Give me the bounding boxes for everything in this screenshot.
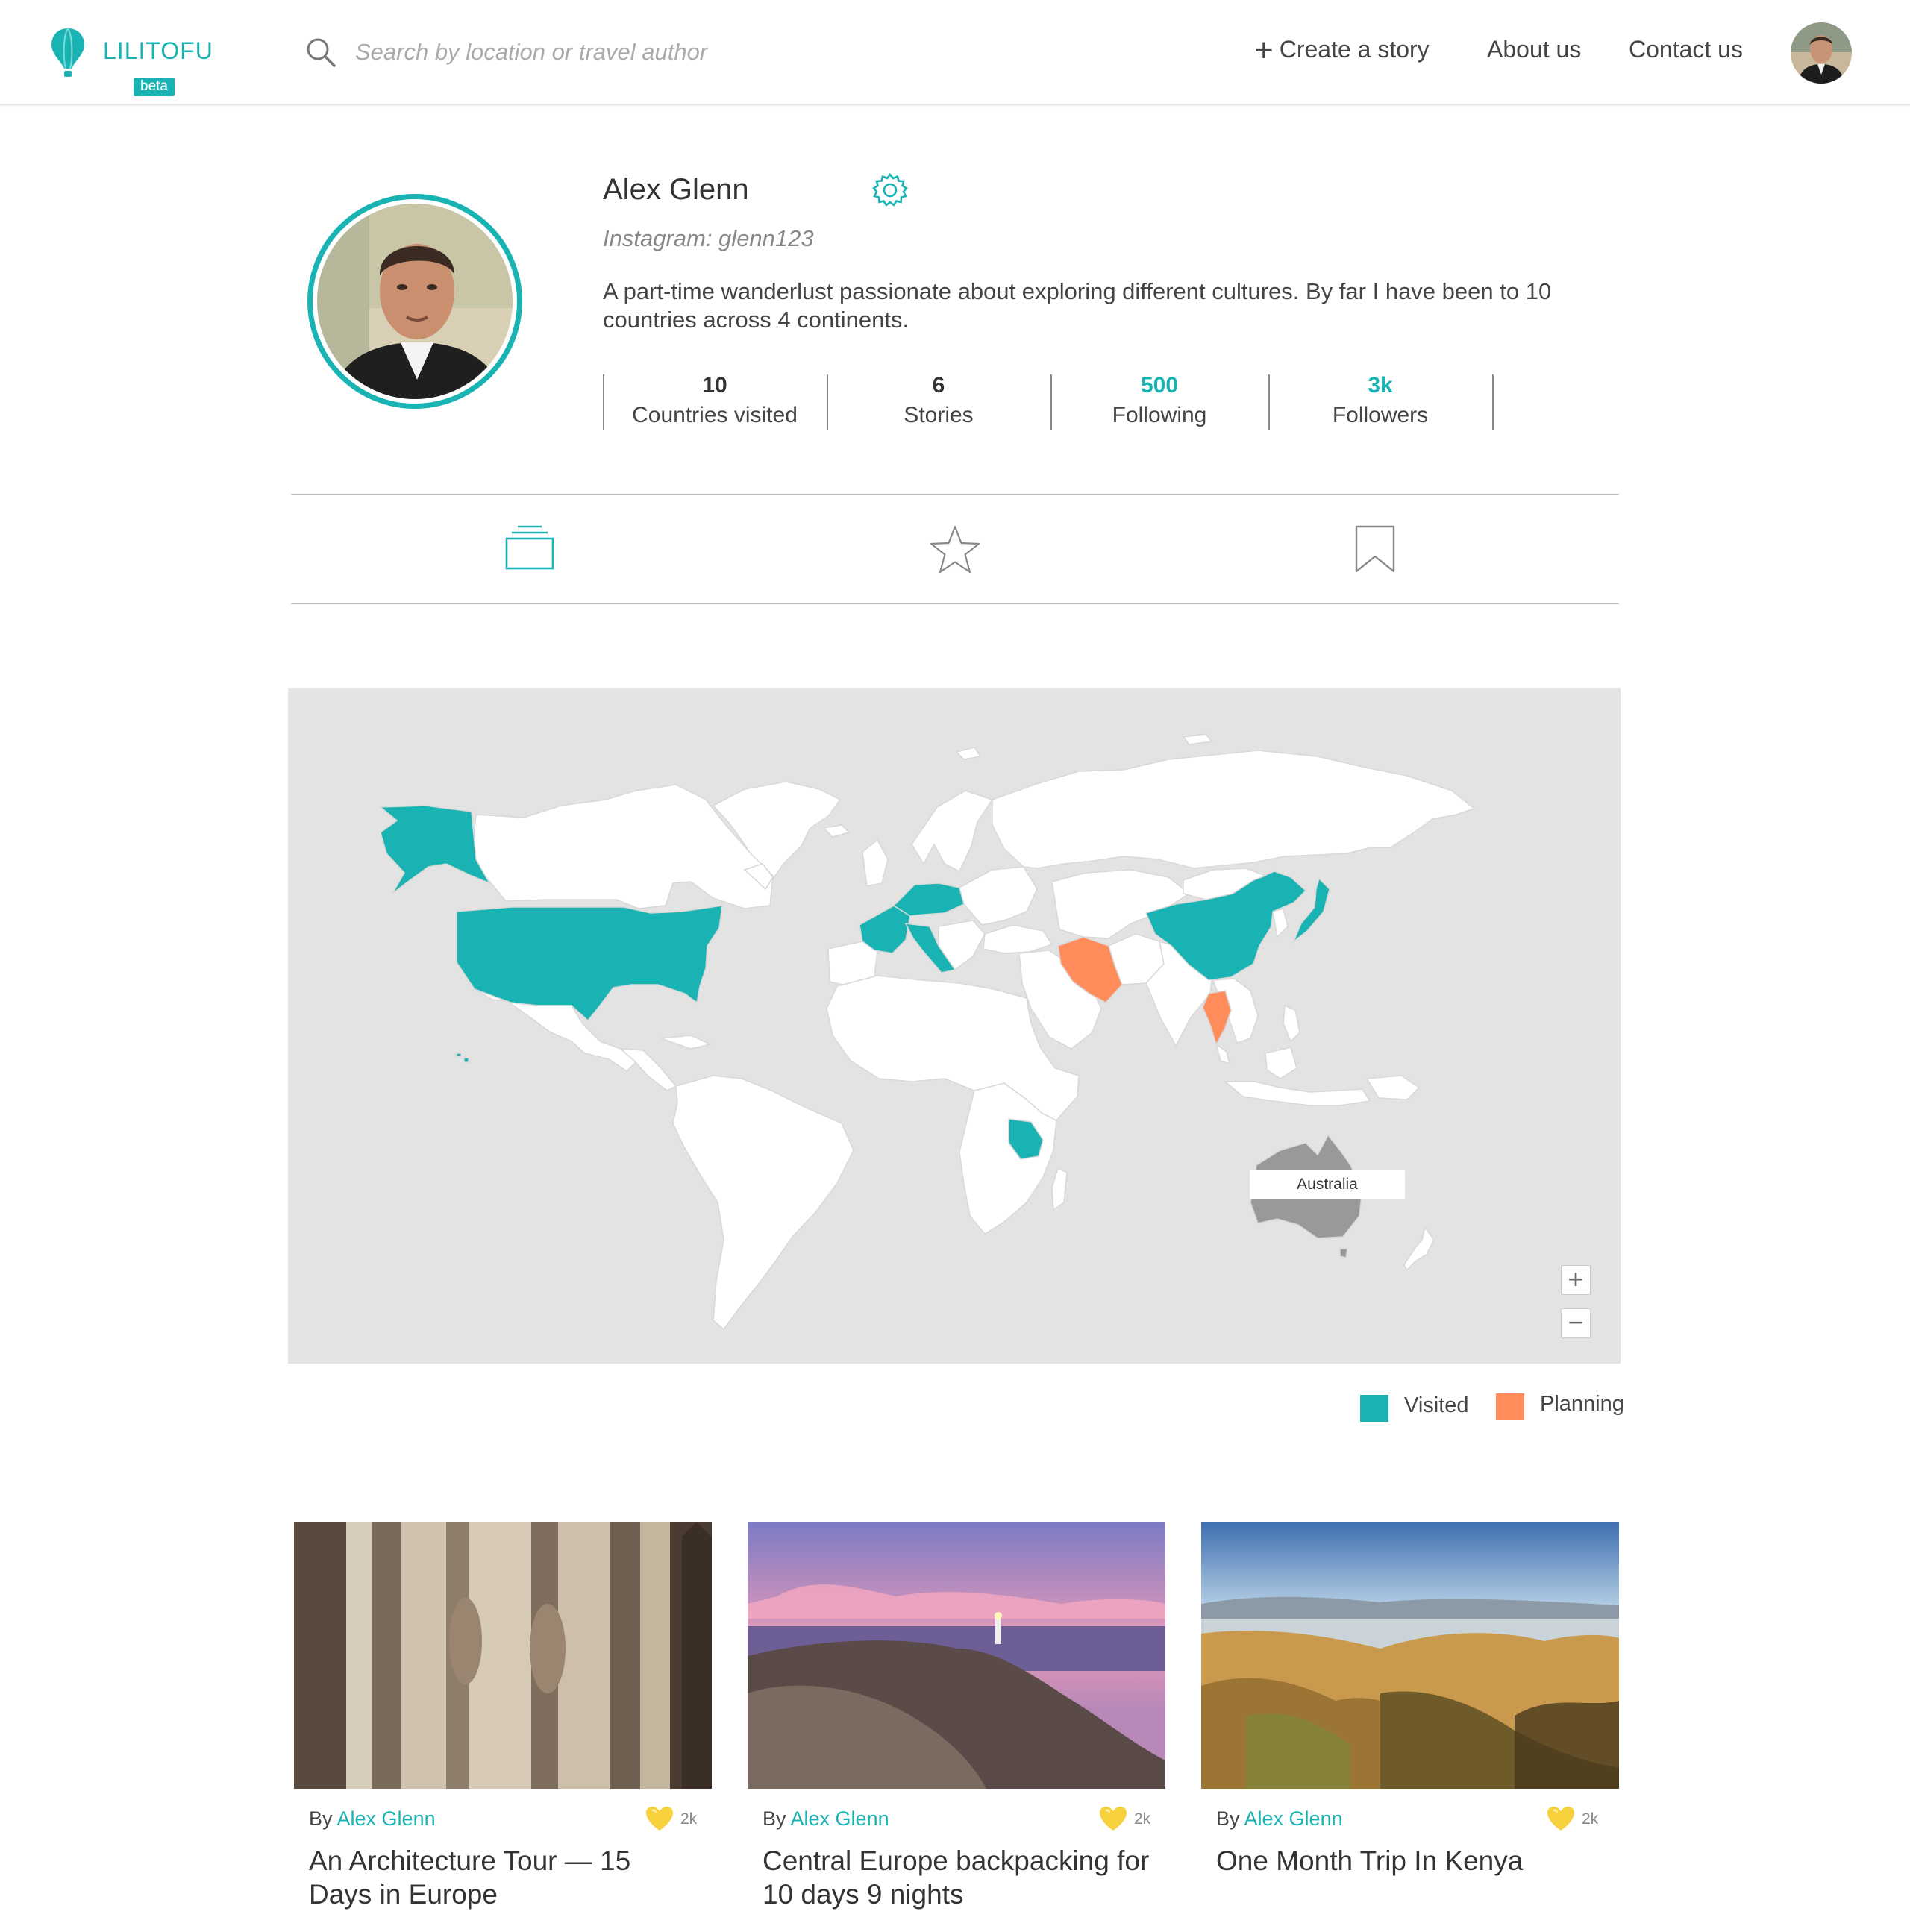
heart-like-icon[interactable] <box>645 1805 674 1832</box>
profile-name: Alex Glenn <box>603 173 749 206</box>
region-uk <box>862 838 889 887</box>
saved-tab-bookmark-icon[interactable] <box>1345 522 1405 582</box>
like-count: 2k <box>1134 1810 1151 1828</box>
stat-label: Countries visited <box>632 403 798 427</box>
byline-prefix: By <box>309 1807 333 1830</box>
story-cover-image[interactable] <box>748 1522 1165 1789</box>
region-usa <box>456 905 723 1022</box>
region-central-europe <box>892 882 965 917</box>
legend-visited-swatch <box>1360 1395 1388 1422</box>
story-title[interactable]: One Month Trip In Kenya <box>1216 1844 1604 1878</box>
world-map[interactable]: Australia + − <box>288 688 1621 1364</box>
search-icon[interactable] <box>304 36 337 69</box>
region-turkey <box>983 924 1053 954</box>
story-cover-image[interactable] <box>1201 1522 1619 1789</box>
avatar-photo <box>1791 22 1852 84</box>
region-borneo <box>1265 1047 1297 1079</box>
region-scandinavia <box>911 790 994 873</box>
contact-us-link[interactable]: Contact us <box>1629 36 1743 63</box>
top-navigation-bar: LILITOFU beta +Create a story About us C… <box>0 0 1910 105</box>
stat-divider <box>1492 374 1494 430</box>
map-zoom-out-button[interactable]: − <box>1561 1308 1591 1338</box>
author-link[interactable]: Alex Glenn <box>791 1807 889 1830</box>
heart-like-icon[interactable] <box>1546 1805 1576 1832</box>
map-zoom-in-button[interactable]: + <box>1561 1265 1591 1295</box>
author-link[interactable]: Alex Glenn <box>337 1807 436 1830</box>
region-indonesia <box>1223 1081 1371 1106</box>
instagram-handle: Instagram: glenn123 <box>603 225 814 251</box>
stat-stories[interactable]: 6 Stories <box>827 373 1050 430</box>
logo[interactable]: LILITOFU beta <box>49 27 213 101</box>
legend-visited-label: Visited <box>1404 1393 1469 1417</box>
region-eastern-europe <box>959 866 1038 926</box>
stat-label: Stories <box>904 403 974 427</box>
author-link[interactable]: Alex Glenn <box>1244 1807 1343 1830</box>
stories-tab-stack-icon[interactable] <box>500 522 560 582</box>
cathedral-photo <box>294 1522 712 1789</box>
stat-followers[interactable]: 3k Followers <box>1268 373 1492 430</box>
like-count: 2k <box>680 1810 698 1828</box>
create-story-link[interactable]: + Create a story <box>1254 32 1430 69</box>
logo-text: LILITOFU <box>103 37 213 64</box>
stat-value: 6 <box>932 373 945 398</box>
map-hover-tooltip: Australia <box>1250 1170 1405 1199</box>
plus-icon: + <box>1254 32 1274 69</box>
stat-label: Following <box>1112 403 1207 427</box>
favorites-tab-star-icon[interactable] <box>925 522 985 582</box>
region-iceland <box>822 824 851 838</box>
stat-value: 3k <box>1368 373 1393 398</box>
byline-prefix: By <box>1216 1807 1240 1830</box>
story-title[interactable]: An Architecture Tour — 15 Days in Europe <box>309 1844 697 1911</box>
user-avatar[interactable] <box>1791 22 1852 84</box>
story-cover-image[interactable] <box>294 1522 712 1789</box>
hills-landscape-photo <box>1201 1522 1619 1789</box>
stat-label: Followers <box>1332 403 1429 427</box>
region-caribbean <box>660 1035 713 1050</box>
about-us-link[interactable]: About us <box>1487 36 1581 63</box>
profile-bio: A part-time wanderlust passionate about … <box>603 278 1552 333</box>
region-korea <box>1272 908 1289 938</box>
region-hawaii <box>456 1053 469 1063</box>
story-title[interactable]: Central Europe backpacking for 10 days 9… <box>763 1844 1150 1911</box>
region-russia <box>992 750 1476 869</box>
legend-planning-swatch <box>1496 1393 1524 1420</box>
world-map-canvas[interactable] <box>288 688 1621 1364</box>
region-malaysia <box>1215 1043 1231 1065</box>
region-new-zealand <box>1403 1226 1435 1271</box>
region-madagascar <box>1051 1167 1068 1211</box>
region-thailand <box>1202 990 1232 1046</box>
create-story-label: Create a story <box>1279 36 1430 63</box>
search-input[interactable] <box>355 36 803 69</box>
stat-countries-visited: 10 Countries visited <box>603 373 827 430</box>
region-papua <box>1365 1075 1421 1100</box>
map-land <box>378 733 1476 1331</box>
region-svalbard <box>955 733 1213 760</box>
region-alaska <box>378 805 491 894</box>
heart-like-icon[interactable] <box>1098 1805 1128 1832</box>
search-bar[interactable] <box>304 33 827 73</box>
balloon-logo-icon <box>51 28 84 77</box>
story-byline: By Alex Glenn <box>309 1807 436 1831</box>
region-south-america <box>672 1075 854 1331</box>
story-byline: By Alex Glenn <box>763 1807 889 1831</box>
byline-prefix: By <box>763 1807 786 1830</box>
stat-value: 500 <box>1140 373 1179 398</box>
legend-planning-label: Planning <box>1540 1392 1624 1416</box>
story-byline: By Alex Glenn <box>1216 1807 1343 1831</box>
stat-value: 10 <box>702 373 727 398</box>
settings-gear-icon[interactable] <box>871 172 909 210</box>
region-central-america <box>619 1048 677 1091</box>
region-philippines <box>1283 1004 1300 1043</box>
stat-following[interactable]: 500 Following <box>1050 373 1268 430</box>
tabs-top-divider <box>291 494 1619 495</box>
beta-badge: beta <box>134 78 175 96</box>
coastal-sunset-photo <box>748 1522 1165 1789</box>
like-count: 2k <box>1582 1810 1599 1828</box>
region-tasmania <box>1339 1248 1348 1258</box>
profile-avatar <box>307 194 522 409</box>
profile-photo <box>317 204 513 399</box>
tabs-bottom-divider <box>291 603 1619 604</box>
